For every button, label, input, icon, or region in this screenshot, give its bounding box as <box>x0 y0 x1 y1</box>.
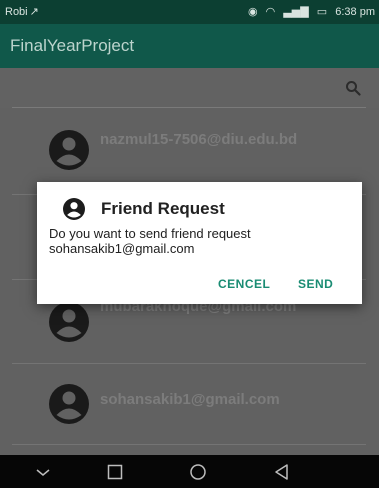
account-circle-icon <box>49 384 89 424</box>
wifi-icon: ◠ <box>265 6 276 18</box>
signal-icon: ▃▅▇ <box>283 6 309 18</box>
location-icon: ◉ <box>247 6 258 18</box>
status-indicators: ◉ ◠ ▃▅▇ ▭ 6:38 pm <box>243 5 375 18</box>
dialog-title: Friend Request <box>101 199 225 218</box>
cancel-button[interactable]: CENCEL <box>218 277 270 291</box>
account-circle-icon <box>49 130 89 170</box>
carrier-network-icon: ↗ <box>29 6 39 18</box>
status-bar: Robi ↗ ◉ ◠ ▃▅▇ ▭ 6:38 pm <box>0 0 379 24</box>
account-circle-icon <box>49 302 89 342</box>
friend-request-dialog: Friend Request Do you want to send frien… <box>37 182 362 304</box>
carrier-name: Robi ↗ <box>5 6 39 18</box>
contact-email: nazmul15-7506@diu.edu.bd <box>100 131 298 148</box>
contact-email: sohansakib1@gmail.com <box>100 391 280 408</box>
battery-icon: ▭ <box>316 6 328 18</box>
square-icon[interactable] <box>105 462 125 482</box>
chevron-down-icon[interactable] <box>33 462 53 482</box>
contact-list-item[interactable]: sohansakib1@gmail.com <box>12 364 366 445</box>
search-icon[interactable] <box>345 80 361 96</box>
triangle-back-icon[interactable] <box>272 462 292 482</box>
send-button[interactable]: SEND <box>298 277 333 291</box>
navigation-bar <box>0 455 379 488</box>
circle-icon[interactable] <box>188 462 208 482</box>
app-title: FinalYearProject <box>10 36 135 55</box>
dialog-message: Do you want to send friend request sohan… <box>49 226 251 256</box>
search-bar[interactable] <box>0 68 379 108</box>
clock-time: 6:38 pm <box>335 6 375 18</box>
app-bar: FinalYearProject <box>0 24 379 68</box>
account-circle-icon <box>63 198 85 220</box>
